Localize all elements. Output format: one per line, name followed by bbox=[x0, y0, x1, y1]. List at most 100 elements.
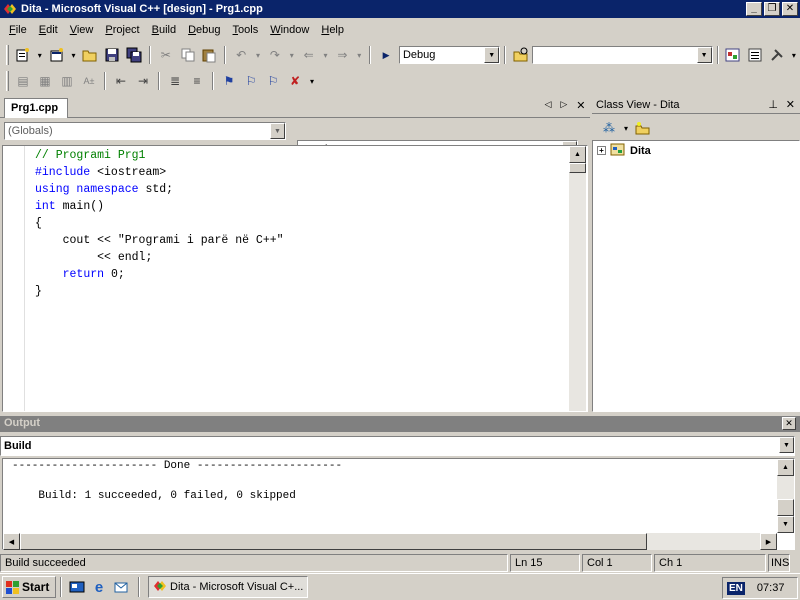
paste-icon[interactable] bbox=[198, 44, 220, 66]
menu-view[interactable]: View bbox=[65, 24, 99, 36]
class-view-title-bar[interactable]: Class View - Dita ⊥ ✕ bbox=[592, 96, 800, 114]
chevron-down-icon[interactable]: ▾ bbox=[34, 44, 46, 66]
scroll-thumb[interactable] bbox=[569, 163, 586, 173]
save-icon[interactable] bbox=[101, 44, 123, 66]
chevron-down-icon[interactable]: ▾ bbox=[788, 44, 800, 66]
output-line[interactable]: Build: 1 succeeded, 0 failed, 0 skipped bbox=[12, 489, 342, 504]
sort-by-type-icon[interactable]: ⁂ bbox=[598, 117, 620, 139]
chevron-down-icon[interactable]: ▾ bbox=[286, 44, 298, 66]
show-desktop-icon[interactable] bbox=[68, 578, 86, 596]
tab-scroll-right-icon[interactable]: ▷ bbox=[560, 99, 567, 113]
menu-project[interactable]: Project bbox=[100, 24, 144, 36]
close-button[interactable]: ✕ bbox=[782, 2, 798, 16]
object-members-icon[interactable]: ▤ bbox=[12, 70, 34, 92]
quick-info-icon[interactable]: ▥ bbox=[56, 70, 78, 92]
code-text[interactable]: // Programi Prg1 #include <iostream> using… bbox=[35, 147, 284, 300]
language-indicator[interactable]: EN bbox=[727, 581, 745, 595]
output-close-button[interactable]: ✕ bbox=[782, 417, 796, 430]
new-project-icon[interactable] bbox=[12, 44, 34, 66]
tab-scroll-left-icon[interactable]: ◁ bbox=[544, 99, 551, 113]
scope-select[interactable]: (Globals) ▼ bbox=[4, 122, 286, 140]
solution-config-select[interactable]: Debug ▼ bbox=[398, 46, 501, 64]
output-line[interactable] bbox=[12, 474, 342, 489]
menu-file[interactable]: File bbox=[4, 24, 32, 36]
menu-tools[interactable]: Tools bbox=[228, 24, 264, 36]
code-line[interactable]: << endl; bbox=[35, 249, 284, 266]
uncomment-lines-icon[interactable]: ≡ bbox=[186, 70, 208, 92]
find-in-files-icon[interactable] bbox=[510, 44, 532, 66]
new-folder-icon[interactable] bbox=[632, 117, 654, 139]
internet-explorer-icon[interactable]: e bbox=[90, 578, 108, 596]
open-folder-icon[interactable] bbox=[79, 44, 101, 66]
output-pane-select[interactable]: Build ▼ bbox=[0, 436, 795, 456]
chevron-down-icon[interactable]: ▾ bbox=[320, 44, 332, 66]
class-view-tree[interactable] bbox=[592, 140, 800, 412]
clock[interactable]: 07:37 bbox=[757, 582, 785, 594]
toolbar-grip[interactable] bbox=[6, 71, 9, 91]
complete-word-icon[interactable]: A± bbox=[78, 70, 100, 92]
navigate-back-icon[interactable]: ⇐ bbox=[298, 44, 320, 66]
chevron-down-icon[interactable]: ▼ bbox=[270, 123, 285, 139]
pin-icon[interactable]: ⊥ bbox=[768, 98, 778, 111]
solution-explorer-icon[interactable] bbox=[723, 44, 745, 66]
scroll-up-icon[interactable]: ▲ bbox=[777, 459, 794, 476]
chevron-down-icon[interactable]: ▾ bbox=[306, 70, 318, 92]
output-horizontal-scrollbar[interactable]: ◀ ▶ bbox=[3, 533, 777, 550]
decrease-indent-icon[interactable]: ⇤ bbox=[110, 70, 132, 92]
code-line[interactable]: // Programi Prg1 bbox=[35, 147, 284, 164]
code-line[interactable]: return 0; bbox=[35, 266, 284, 283]
minimize-button[interactable]: _ bbox=[746, 2, 762, 16]
editor-gutter[interactable] bbox=[3, 146, 25, 411]
output-vertical-scrollbar[interactable]: ▲ ▼ bbox=[777, 459, 794, 533]
menu-debug[interactable]: Debug bbox=[183, 24, 225, 36]
scroll-thumb[interactable] bbox=[20, 533, 647, 550]
toggle-bookmark-icon[interactable]: ⚑ bbox=[218, 70, 240, 92]
code-line[interactable]: cout << "Programi i parë në C++" bbox=[35, 232, 284, 249]
taskbar-button-dita[interactable]: Dita - Microsoft Visual C+... bbox=[148, 576, 308, 598]
save-all-icon[interactable] bbox=[123, 44, 145, 66]
chevron-down-icon[interactable]: ▼ bbox=[779, 437, 794, 453]
properties-icon[interactable] bbox=[744, 44, 766, 66]
tree-node-dita[interactable]: + Dita bbox=[597, 142, 651, 159]
clear-bookmarks-icon[interactable]: ✘ bbox=[284, 70, 306, 92]
previous-bookmark-icon[interactable]: ⚐ bbox=[262, 70, 284, 92]
tab-prg1-cpp[interactable]: Prg1.cpp bbox=[4, 98, 68, 118]
add-item-icon[interactable] bbox=[46, 44, 68, 66]
menu-help[interactable]: Help bbox=[316, 24, 349, 36]
toolbox-icon[interactable] bbox=[766, 44, 788, 66]
expand-icon[interactable]: + bbox=[597, 146, 606, 155]
output-line[interactable]: ---------------------- Done ------------… bbox=[12, 459, 342, 474]
code-line[interactable]: } bbox=[35, 283, 284, 300]
menu-edit[interactable]: Edit bbox=[34, 24, 63, 36]
find-combo[interactable]: ▼ bbox=[532, 46, 713, 64]
chevron-down-icon[interactable]: ▾ bbox=[68, 44, 80, 66]
navigate-forward-icon[interactable]: ⇒ bbox=[331, 44, 353, 66]
chevron-down-icon[interactable]: ▼ bbox=[484, 47, 500, 63]
code-line[interactable]: using namespace std; bbox=[35, 181, 284, 198]
next-bookmark-icon[interactable]: ⚐ bbox=[240, 70, 262, 92]
copy-icon[interactable] bbox=[177, 44, 199, 66]
chevron-down-icon[interactable]: ▾ bbox=[620, 117, 632, 139]
outlook-express-icon[interactable] bbox=[112, 578, 130, 596]
undo-icon[interactable]: ↶ bbox=[230, 44, 252, 66]
start-debug-icon[interactable]: ▶ bbox=[375, 44, 397, 66]
scroll-right-icon[interactable]: ▶ bbox=[760, 533, 777, 550]
code-line[interactable]: #include <iostream> bbox=[35, 164, 284, 181]
scroll-down-icon[interactable]: ▼ bbox=[777, 516, 794, 533]
chevron-down-icon[interactable]: ▼ bbox=[696, 47, 712, 63]
scroll-up-icon[interactable]: ▲ bbox=[569, 146, 586, 163]
parameter-info-icon[interactable]: ▦ bbox=[34, 70, 56, 92]
comment-lines-icon[interactable]: ≣ bbox=[164, 70, 186, 92]
start-button[interactable]: Start bbox=[2, 576, 56, 598]
toolbar-grip[interactable] bbox=[6, 45, 9, 65]
chevron-down-icon[interactable]: ▾ bbox=[252, 44, 264, 66]
scroll-thumb[interactable] bbox=[777, 499, 794, 516]
scroll-left-icon[interactable]: ◀ bbox=[3, 533, 20, 550]
chevron-down-icon[interactable]: ▾ bbox=[353, 44, 365, 66]
restore-button[interactable]: ❐ bbox=[764, 2, 780, 16]
editor-vertical-scrollbar[interactable]: ▲ bbox=[569, 146, 586, 411]
code-line[interactable]: { bbox=[35, 215, 284, 232]
output-text[interactable]: ---------------------- Done ------------… bbox=[12, 459, 342, 504]
menu-build[interactable]: Build bbox=[147, 24, 181, 36]
title-bar[interactable]: Dita - Microsoft Visual C++ [design] - P… bbox=[0, 0, 800, 18]
